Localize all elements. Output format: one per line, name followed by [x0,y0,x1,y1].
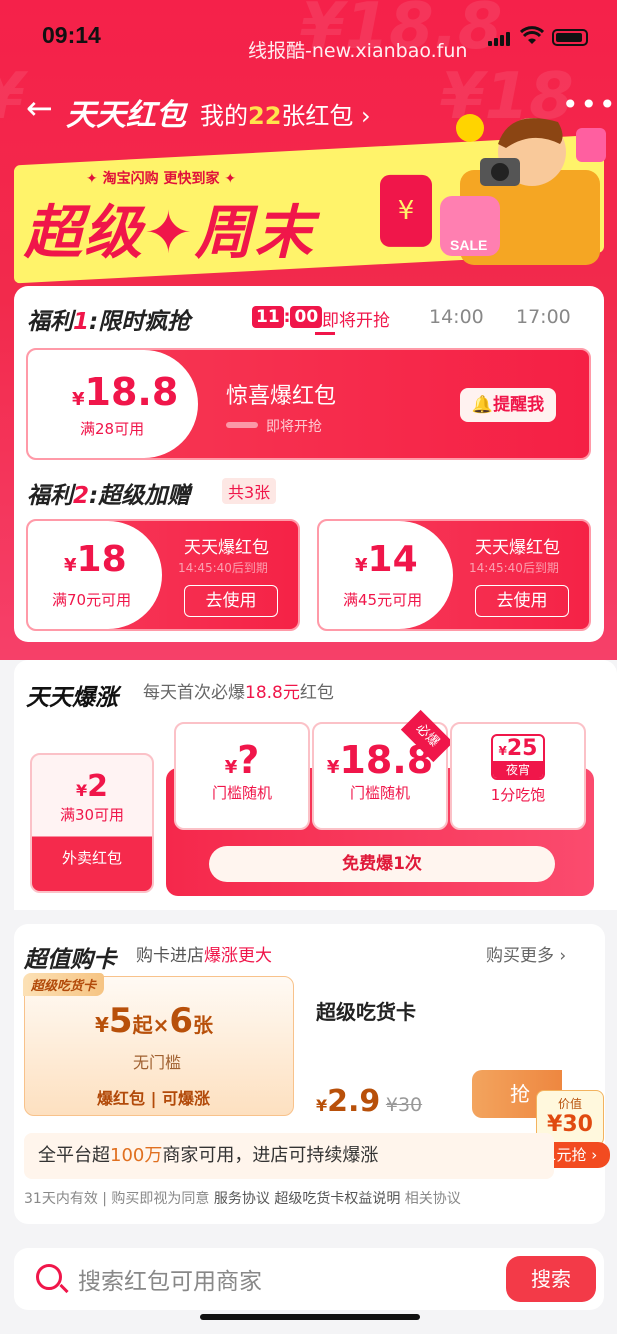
welfare2-title: 福利2:超级加赠 [27,483,191,509]
coupon-soon: 即将开抢 [266,419,322,435]
coupon-amount: ¥18 [64,539,127,580]
coupon-expiry: 14:45:40后到期 [469,561,559,575]
active-slot-indicator [315,332,335,335]
search-icon [36,1264,62,1290]
signal-icon [488,30,512,46]
page-title: 天天红包 [66,98,186,133]
my-coupons-link[interactable]: 我的22张红包 › [200,96,371,131]
card-name: 超级吃货卡 [316,1000,416,1024]
red-envelope-icon: ¥ [380,174,432,247]
coupon-name: 惊喜爆红包 [226,384,337,409]
terms-footer: 31天内有效 | 购买即视为同意 服务协议 超级吃货卡权益说明 相关协议 [24,1191,461,1207]
search-button[interactable]: 搜索 [506,1256,596,1302]
tile-offer: ¥5起×6张 [95,1001,214,1041]
clock: 09:14 [42,22,101,48]
supercard-title: 超值购卡 [24,947,116,973]
banner-title: 超级✦周末 [24,198,315,267]
terms-link[interactable]: 服务协议 超级吃货卡权益说明 [214,1191,400,1207]
coupon-condition: 满28可用 [80,420,145,438]
coupon-amount: ¥14 [355,539,418,580]
wifi-icon [520,26,544,44]
flash-coupon[interactable]: ¥18.8 满28可用 惊喜爆红包 即将开抢 🔔提醒我 [26,348,591,460]
coupon-expiry: 14:45:40后到期 [178,561,268,575]
countdown[interactable]: 11:00 [252,306,323,328]
boom-card-random[interactable]: ¥? 门槛随机 [174,722,310,830]
free-boom-button[interactable]: 免费爆1次 [209,846,555,882]
coupon-total-badge: 共3张 [222,478,277,504]
coupon-name: 天天爆红包 [475,538,560,558]
battery-icon [552,29,588,46]
daily-title: 天天爆涨 [26,685,118,711]
coupon-condition: 满70元可用 [52,591,132,609]
bonus-coupon-1[interactable]: ¥18 满70元可用 天天爆红包 14:45:40后到期 去使用 [26,519,300,631]
progress-bar [226,422,258,428]
coupon-name: 天天爆红包 [184,538,269,558]
use-button[interactable]: 去使用 [184,585,278,617]
coupon-amount: ¥18.8 [72,370,179,414]
boom-card-night[interactable]: ¥25 夜宵 1分吃饱 [450,722,586,830]
slot-1400[interactable]: 14:00 [429,306,484,328]
takeout-coupon[interactable]: ¥2 满30可用 外卖红包 [30,753,154,893]
slot-1700[interactable]: 17:00 [516,306,571,328]
merchant-search-bar: 搜索红包可用商家 搜索 [14,1248,604,1310]
supercard-subtitle: 购卡进店爆涨更大 [136,946,272,966]
daily-subtitle: 每天首次必爆18.8元红包 [143,683,334,703]
status-bar: 09:14 线报酷-new.xianbao.fun [0,0,617,70]
sale-label: SALE [450,237,487,253]
back-arrow-icon[interactable]: ← [26,92,53,124]
merchant-note: 全平台超100万商家可用，进店可持续爆涨 [24,1133,554,1179]
search-input[interactable]: 搜索红包可用商家 [78,1262,262,1296]
no-threshold-label: 无门槛 [133,1053,182,1072]
home-indicator [200,1314,420,1320]
watermark: 线报酷-new.xianbao.fun [248,40,468,62]
tile-features: 爆红包 | 可爆涨 [97,1089,210,1108]
remind-button[interactable]: 🔔提醒我 [460,388,556,422]
mascot-illustration: SALE [440,114,606,265]
foodie-card-tile[interactable]: 超级吃货卡 ¥5起×6张 无门槛 爆红包 | 可爆涨 [23,973,294,1116]
card-price: ¥2.9 ¥30 [316,1084,423,1119]
use-button[interactable]: 去使用 [475,585,569,617]
coupon-condition: 满30可用 [59,806,125,824]
buy-more-link[interactable]: 购买更多 › [486,941,566,966]
slot-status: 即将开抢 [322,311,390,331]
coupon-count: 22 [248,102,282,130]
tile-tag: 超级吃货卡 [23,973,105,996]
coupon-condition: 满45元可用 [343,591,423,609]
bonus-coupon-2[interactable]: ¥14 满45元可用 天天爆红包 14:45:40后到期 去使用 [317,519,591,631]
welfare1-title: 福利1:限时疯抢 [27,309,191,335]
coupon-label: 外卖红包 [61,849,122,867]
